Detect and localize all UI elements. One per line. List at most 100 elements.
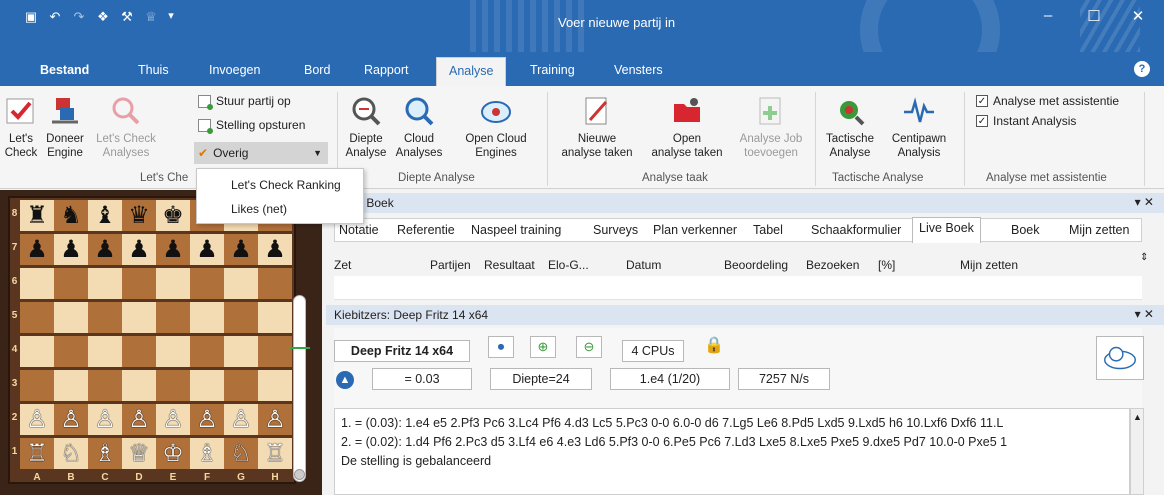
analyse-met-assistentie-checkbox[interactable]: ✓ Analyse met assistentie xyxy=(976,94,1119,108)
board-square[interactable] xyxy=(20,302,54,333)
board-square[interactable] xyxy=(156,268,190,299)
maximize-icon[interactable]: ☐ xyxy=(1074,7,1114,25)
column-header[interactable]: Beoordeling xyxy=(724,258,788,272)
board-square[interactable]: ♗ xyxy=(88,438,122,469)
board-square[interactable]: ♙ xyxy=(54,404,88,435)
trophy-icon[interactable]: ♕ xyxy=(142,9,160,25)
doneer-engine-button[interactable]: Doneer Engine xyxy=(42,94,88,160)
tab-tabel[interactable]: Tabel xyxy=(753,223,783,237)
column-header[interactable]: Bezoeken xyxy=(806,258,859,272)
board-square[interactable]: ♙ xyxy=(88,404,122,435)
zoom-out-icon[interactable]: ⊖ xyxy=(576,336,602,358)
board-square[interactable] xyxy=(190,302,224,333)
menu-vensters[interactable]: Vensters xyxy=(614,63,663,77)
lock-icon[interactable]: 🔒 xyxy=(704,335,724,355)
pane-controls[interactable]: ▾ ✕ xyxy=(1135,195,1154,209)
menu-training[interactable]: Training xyxy=(530,63,575,77)
board-square[interactable]: ♟ xyxy=(88,234,122,265)
board-square[interactable] xyxy=(88,268,122,299)
save-icon[interactable]: ▣ xyxy=(22,9,40,25)
board-square[interactable] xyxy=(156,336,190,367)
tab-mijn-zetten[interactable]: Mijn zetten xyxy=(1069,223,1129,237)
board-square[interactable] xyxy=(156,370,190,401)
menu-thuis[interactable]: Thuis xyxy=(138,63,169,77)
column-header[interactable]: [%] xyxy=(878,258,895,272)
menu-bestand[interactable]: Bestand xyxy=(40,63,89,77)
board-square[interactable] xyxy=(224,302,258,333)
board-square[interactable] xyxy=(122,302,156,333)
stuur-partij-button[interactable]: Stuur partij op xyxy=(198,94,291,110)
board-square[interactable] xyxy=(122,336,156,367)
board-square[interactable]: ♟ xyxy=(258,234,292,265)
pane-controls[interactable]: ▾ ✕ xyxy=(1135,307,1154,321)
board-square[interactable]: ♙ xyxy=(20,404,54,435)
cpu-count[interactable]: 4 CPUs xyxy=(622,340,684,362)
board-square[interactable]: ♙ xyxy=(122,404,156,435)
column-header[interactable]: Zet xyxy=(334,258,351,272)
board-square[interactable]: ♙ xyxy=(224,404,258,435)
tab-surveys[interactable]: Surveys xyxy=(593,223,638,237)
column-header[interactable]: Mijn zetten xyxy=(960,258,1018,272)
tab-notatie[interactable]: Notatie xyxy=(339,223,379,237)
board-square[interactable]: ♘ xyxy=(54,438,88,469)
tab-referentie[interactable]: Referentie xyxy=(397,223,455,237)
nieuwe-analyse-taken-button[interactable]: Nieuwe analyse taken xyxy=(556,94,638,160)
undo-icon[interactable]: ↶ xyxy=(46,9,64,25)
board-square[interactable]: ♟ xyxy=(156,234,190,265)
board-square[interactable] xyxy=(190,268,224,299)
stelling-opsturen-button[interactable]: Stelling opsturen xyxy=(198,118,305,134)
output-scrollbar[interactable]: ▲ xyxy=(1130,408,1144,495)
open-analyse-taken-button[interactable]: Open analyse taken xyxy=(646,94,728,160)
scroll-icon[interactable]: ⇕ xyxy=(1140,252,1148,263)
lets-check-button[interactable]: Let's Check xyxy=(4,94,38,160)
engine-icon[interactable]: ❖ xyxy=(94,9,112,25)
board-square[interactable] xyxy=(190,370,224,401)
open-cloud-engines-button[interactable]: Open Cloud Engines xyxy=(462,94,530,160)
diepte-analyse-button[interactable]: Diepte Analyse xyxy=(344,94,388,160)
board-square[interactable] xyxy=(88,336,122,367)
tab-plan-verkenner[interactable]: Plan verkenner xyxy=(653,223,737,237)
board-square[interactable]: ♟ xyxy=(122,234,156,265)
menu-rapport[interactable]: Rapport xyxy=(364,63,408,77)
board-square[interactable]: ♟ xyxy=(54,234,88,265)
board-square[interactable]: ♞ xyxy=(54,200,88,231)
cloud-analyses-button[interactable]: Cloud Analyses xyxy=(394,94,444,160)
column-header[interactable]: Resultaat xyxy=(484,258,535,272)
board-square[interactable]: ♚ xyxy=(156,200,190,231)
board-square[interactable] xyxy=(54,336,88,367)
board-square[interactable] xyxy=(224,268,258,299)
menu-bord[interactable]: Bord xyxy=(304,63,330,77)
redo-icon[interactable]: ↷ xyxy=(70,9,88,25)
column-header[interactable]: Elo-G... xyxy=(548,258,589,272)
up-arrow-icon[interactable]: ▲ xyxy=(336,371,354,389)
menu-item-lets-check-ranking[interactable]: Let's Check Ranking xyxy=(231,178,341,192)
board-square[interactable]: ♖ xyxy=(20,438,54,469)
zoom-in-icon[interactable]: ⊕ xyxy=(530,336,556,358)
tab-naspeel-training[interactable]: Naspeel training xyxy=(471,223,561,237)
board-square[interactable]: ♟ xyxy=(190,234,224,265)
board-square[interactable]: ♔ xyxy=(156,438,190,469)
board-square[interactable] xyxy=(224,336,258,367)
board-square[interactable]: ♙ xyxy=(156,404,190,435)
column-header[interactable]: Partijen xyxy=(430,258,471,272)
board-resize-handle[interactable] xyxy=(294,469,305,480)
board-square[interactable]: ♗ xyxy=(190,438,224,469)
menu-analyse[interactable]: Analyse xyxy=(436,57,507,86)
engine-name[interactable]: Deep Fritz 14 x64 xyxy=(334,340,470,362)
customize-quick-access-icon[interactable]: ▾ xyxy=(162,9,180,22)
board-square[interactable] xyxy=(88,302,122,333)
board-square[interactable] xyxy=(258,336,292,367)
board-square[interactable] xyxy=(88,370,122,401)
tab-live-boek[interactable]: Live Boek xyxy=(912,217,981,243)
tab-boek[interactable]: Boek xyxy=(1011,223,1040,237)
board-square[interactable]: ♛ xyxy=(122,200,156,231)
board-square[interactable] xyxy=(54,370,88,401)
board-square[interactable] xyxy=(54,268,88,299)
board-square[interactable] xyxy=(156,302,190,333)
board-square[interactable] xyxy=(122,268,156,299)
board-square[interactable]: ♘ xyxy=(224,438,258,469)
board-square[interactable] xyxy=(258,268,292,299)
help-icon[interactable]: ? xyxy=(1134,61,1150,77)
cloud-button[interactable] xyxy=(1096,336,1144,380)
lets-check-analyses-button[interactable]: Let's Check Analyses xyxy=(92,94,160,160)
